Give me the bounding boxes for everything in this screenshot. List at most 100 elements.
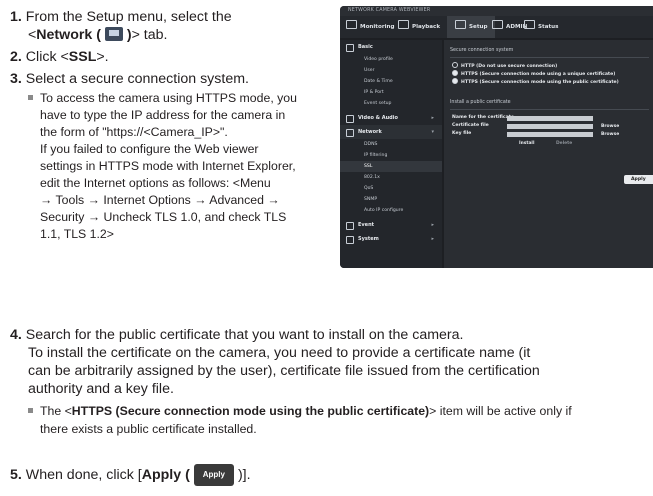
step-number: 2. — [10, 49, 22, 65]
text-fragment: >. — [96, 49, 109, 65]
note-line: edit the Internet options as follows: <M… — [40, 176, 271, 190]
chevron-right-icon: ▸ — [431, 236, 434, 242]
web-viewer-screenshot: NETWORK CAMERA WEBVIEWER Monitoring Play… — [340, 6, 653, 268]
chevron-down-icon: ▾ — [431, 129, 434, 135]
note-line: → Tools → Internet Options → Advanced → — [40, 193, 280, 207]
apply-label: Apply ( — [141, 467, 190, 483]
sidebar-item-snmp[interactable]: SNMP — [340, 194, 442, 205]
sidebar-item-ddns[interactable]: DDNS — [340, 139, 442, 150]
bullet-square — [28, 95, 33, 100]
certificate-file-label: Certificate file — [452, 123, 489, 128]
chevron-right-icon: ▸ — [431, 222, 434, 228]
sidebar-item-ssl[interactable]: SSL — [340, 161, 442, 172]
note-line: If you failed to configure the Web viewe… — [40, 142, 259, 156]
step-4: 4. Search for the public certificate tha… — [10, 326, 650, 344]
tab-playback[interactable]: Playback — [398, 16, 440, 38]
note-line: Security → Uncheck TLS 1.0, and check TL… — [40, 210, 287, 224]
key-file-label: Key file — [452, 131, 472, 136]
sidebar-event[interactable]: Event ▸ — [340, 218, 442, 232]
system-icon — [346, 236, 354, 244]
sidebar-video-audio[interactable]: Video & Audio ▸ — [340, 111, 442, 125]
video-icon — [346, 115, 354, 123]
tab-setup[interactable]: Setup — [447, 16, 496, 38]
ssl-label: SSL — [68, 49, 97, 65]
step-text: Search for the public certificate that y… — [25, 327, 464, 343]
note-line: have to type the IP address for the came… — [40, 108, 286, 122]
sidebar-label: Basic — [358, 44, 373, 50]
radio-https-public[interactable]: HTTPS (Secure connection mode using the … — [452, 78, 619, 85]
text-fragment: > tab. — [131, 27, 168, 43]
tab-label: Monitoring — [360, 24, 395, 30]
sidebar-item-auto-ip[interactable]: Auto IP configure — [340, 205, 442, 216]
note-line: To access the camera using HTTPS mode, y… — [40, 91, 297, 105]
delete-button[interactable]: Delete — [556, 141, 572, 146]
certificate-file-input[interactable] — [507, 124, 593, 129]
certificate-name-label: Name for the certificate — [452, 115, 515, 120]
sidebar-item-qos[interactable]: QoS — [340, 183, 442, 194]
step-text: can be arbitrarily assigned by the user)… — [28, 363, 540, 379]
text-fragment: When done, click [ — [25, 467, 142, 483]
playback-icon — [398, 20, 409, 29]
sidebar-basic[interactable]: Basic — [340, 40, 442, 54]
install-button[interactable]: Install — [519, 141, 534, 146]
sidebar-label: System — [358, 236, 379, 242]
basic-icon — [346, 44, 354, 52]
sidebar-label: Video & Audio — [358, 115, 398, 121]
step-number: 4. — [10, 327, 22, 343]
tab-monitoring[interactable]: Monitoring — [346, 16, 395, 38]
key-file-input[interactable] — [507, 132, 593, 137]
sidebar-item-video-profile[interactable]: Video profile — [340, 54, 442, 65]
network-tab-icon — [104, 27, 123, 41]
step-3: 3. Select a secure connection system. — [10, 70, 249, 88]
sidebar-item-8021x[interactable]: 802.1x — [340, 172, 442, 183]
bullet-square — [28, 408, 33, 413]
text-fragment: )]. — [237, 467, 251, 483]
browse-key-button[interactable]: Browse — [601, 132, 619, 137]
text-fragment: > item will be active only if — [429, 404, 572, 418]
sidebar-item-date-time[interactable]: Date & Time — [340, 76, 442, 87]
divider — [450, 57, 649, 58]
monitor-icon — [346, 20, 357, 29]
certificate-name-input[interactable] — [507, 116, 593, 121]
section-title: Secure connection system — [450, 48, 514, 53]
chevron-right-icon: ▸ — [431, 115, 434, 121]
sidebar-item-ip-filtering[interactable]: IP filtering — [340, 150, 442, 161]
step-1: 1. From the Setup menu, select the — [10, 8, 232, 26]
step-number: 1. — [10, 9, 22, 25]
gear-icon — [455, 20, 466, 29]
ssl-settings-panel: Secure connection system HTTP (Do not us… — [444, 40, 653, 268]
apply-button[interactable]: Apply — [624, 175, 653, 184]
https-public-option-label: HTTPS (Secure connection mode using the … — [71, 404, 430, 418]
viewer-title: NETWORK CAMERA WEBVIEWER — [340, 6, 653, 16]
divider — [450, 109, 649, 110]
tab-label: Status — [538, 24, 559, 30]
note-line: there exists a public certificate instal… — [40, 422, 257, 436]
tab-label: Playback — [412, 24, 441, 30]
tab-status[interactable]: Status — [524, 16, 558, 38]
radio-dot — [452, 78, 458, 84]
sidebar-system[interactable]: System ▸ — [340, 232, 442, 246]
tab-label: Setup — [469, 24, 488, 30]
step-4-body: To install the certificate on the camera… — [28, 344, 648, 398]
text-fragment: Click < — [25, 49, 69, 65]
sidebar-network[interactable]: Network ▾ — [340, 125, 442, 139]
admin-label: ADMIN — [492, 16, 527, 38]
step-text: From the Setup menu, select the — [25, 9, 232, 25]
note-line: 1.1, TLS 1.2> — [40, 227, 114, 241]
setup-sidebar: Basic Video profile User Date & Time IP … — [340, 40, 442, 268]
step-number: 5. — [10, 467, 22, 483]
step-text: To install the certificate on the camera… — [28, 345, 531, 361]
sidebar-item-event-setup[interactable]: Event setup — [340, 98, 442, 109]
step-text: authority and a key file. — [28, 381, 174, 397]
sidebar-label: Network — [358, 129, 382, 135]
sidebar-item-user[interactable]: User — [340, 65, 442, 76]
radio-https-unique[interactable]: HTTPS (Secure connection mode using a un… — [452, 70, 615, 77]
status-icon — [524, 20, 535, 29]
browse-certificate-button[interactable]: Browse — [601, 124, 619, 129]
sidebar-item-ip-port[interactable]: IP & Port — [340, 87, 442, 98]
radio-http[interactable]: HTTP (Do not use secure connection) — [452, 62, 557, 69]
step-2: 2. Click <SSL>. — [10, 48, 109, 66]
step-3-note: To access the camera using HTTPS mode, y… — [28, 90, 332, 243]
note-line: the form of "https://<Camera_IP>". — [40, 125, 228, 139]
section-title: Install a public certificate — [450, 100, 511, 105]
